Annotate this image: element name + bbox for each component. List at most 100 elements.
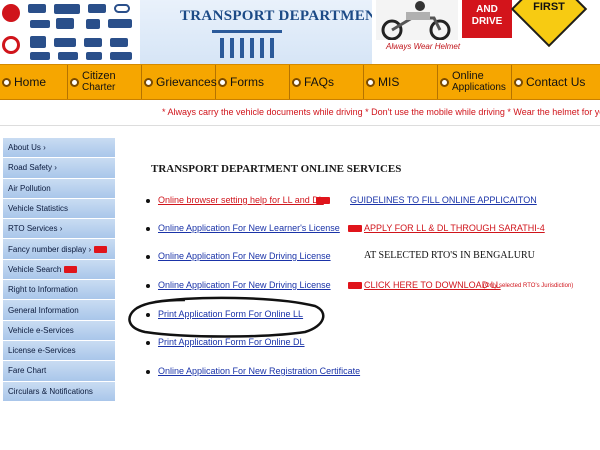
nav-citizen-charter[interactable]: Citizen Charter	[68, 65, 142, 99]
nav-mis[interactable]: MIS	[364, 65, 438, 99]
list-item: Online Application For New Learner's Lic…	[146, 223, 586, 237]
nav-bullet-icon	[514, 77, 523, 87]
sidebar-item-circulars[interactable]: Circulars & Notifications	[3, 381, 115, 402]
truck-icon	[28, 4, 46, 13]
sidebar-item-about-us[interactable]: About Us ›	[3, 138, 115, 159]
nav-bullet-icon	[70, 77, 79, 87]
motorcycle-icon	[110, 38, 128, 47]
sidebar-item-label: Right to Information	[8, 285, 78, 295]
safety-first-text: FIRST	[533, 1, 565, 13]
sidebar-menu: About Us › Road Safety › Air Pollution V…	[3, 138, 115, 450]
nav-contact-us-label: Contact Us	[526, 74, 586, 89]
nav-grievances[interactable]: Grievances	[142, 65, 217, 99]
sidebar-item-license-e-services[interactable]: License e-Services	[3, 340, 115, 362]
bicycle-icon	[114, 4, 130, 13]
nav-citizen-charter-label: Citizen Charter	[82, 70, 116, 94]
sidebar-item-label: General Information	[8, 305, 79, 315]
van-icon	[88, 4, 106, 13]
tractor-icon	[56, 18, 74, 29]
sidebar-item-road-safety[interactable]: Road Safety ›	[3, 158, 115, 179]
site-header: TRANSPORT DEPARTMENT Always Wear Helmet …	[0, 0, 600, 64]
bullet-icon	[146, 341, 150, 345]
sidebar-item-air-pollution[interactable]: Air Pollution	[3, 178, 115, 199]
nav-home[interactable]: Home	[0, 65, 68, 99]
download-ll-link[interactable]: CLICK HERE TO DOWNLOAD LL	[364, 280, 501, 290]
new-badge-icon	[348, 225, 362, 232]
new-badge-icon	[348, 282, 362, 289]
department-emblem-icon	[212, 30, 282, 60]
nav-mis-label: MIS	[378, 74, 400, 89]
nav-faqs[interactable]: FAQs	[290, 65, 364, 99]
sidebar-item-label: Air Pollution	[8, 183, 51, 193]
new-driving-license-link-2[interactable]: Online Application For New Driving Licen…	[158, 280, 331, 290]
new-badge-icon	[64, 265, 78, 273]
nav-bullet-icon	[292, 77, 301, 87]
minibus-icon	[58, 52, 78, 60]
nav-online-applications-label: Online Applications	[452, 70, 506, 94]
site-title: TRANSPORT DEPARTMENT	[180, 8, 387, 24]
sidebar-item-label: RTO Services ›	[8, 224, 63, 234]
sidebar-item-fare-chart[interactable]: Fare Chart	[3, 361, 115, 382]
sidebar-item-label: Vehicle Search	[8, 264, 62, 274]
download-ll-note: (Only selected RTO's Jurisdiction)	[483, 283, 574, 289]
hand-drawn-circle-annotation	[128, 296, 325, 338]
sidebar-item-fancy-number-display[interactable]: Fancy number display ›	[3, 239, 115, 260]
nav-bullet-icon	[2, 77, 11, 87]
list-item: Online browser setting help for LL and D…	[146, 195, 586, 209]
nav-bullet-icon	[440, 77, 449, 87]
and-drive-sign: AND DRIVE	[462, 0, 512, 38]
sidebar-item-general-information[interactable]: General Information	[3, 300, 115, 321]
sidebar-item-vehicle-e-services[interactable]: Vehicle e-Services	[3, 320, 115, 341]
print-dl-form-link[interactable]: Print Application Form For Online DL	[158, 337, 305, 347]
helmet-tagline: Always Wear Helmet	[386, 42, 461, 51]
nav-forms[interactable]: Forms	[216, 65, 290, 99]
nav-forms-label: Forms	[230, 74, 264, 89]
guidelines-link[interactable]: GUIDELINES TO FILL ONLINE APPLICAITON	[350, 195, 537, 205]
sidebar-item-rto-services[interactable]: RTO Services ›	[3, 219, 115, 240]
new-learners-license-link[interactable]: Online Application For New Learner's Lic…	[158, 223, 340, 233]
nav-bullet-icon	[218, 77, 227, 87]
auto-rickshaw-icon	[86, 19, 100, 29]
new-driving-license-link-1[interactable]: Online Application For New Driving Licen…	[158, 251, 331, 261]
nav-contact-us[interactable]: Contact Us	[512, 65, 600, 99]
sidebar-item-vehicle-statistics[interactable]: Vehicle Statistics	[3, 198, 115, 220]
prohibition-sign-icon	[2, 36, 20, 54]
bullet-icon	[146, 370, 150, 374]
marquee-text: * Always carry the vehicle documents whi…	[162, 107, 600, 117]
bullet-icon	[146, 227, 150, 231]
new-badge-icon	[316, 197, 330, 204]
taxi-icon	[86, 52, 102, 60]
sidebar-item-label: Fare Chart	[8, 366, 47, 376]
helmet-safety-advert: Always Wear Helmet AND DRIVE FIRST	[372, 0, 600, 64]
safety-marquee: * Always carry the vehicle documents whi…	[0, 100, 600, 126]
and-drive-line-1: AND	[476, 4, 498, 15]
tanker-icon	[54, 38, 76, 47]
main-nav: Home Citizen Charter Grievances Forms FAQ…	[0, 64, 600, 100]
bullet-icon	[146, 255, 150, 259]
motorcycle-rider-icon	[376, 0, 458, 40]
bullet-icon	[146, 199, 150, 203]
bus-icon	[54, 4, 80, 14]
trailer-icon	[110, 52, 132, 60]
nav-online-applications[interactable]: Online Applications	[438, 65, 512, 99]
sidebar-item-right-to-information[interactable]: Right to Information	[3, 280, 115, 301]
browser-setting-help-link[interactable]: Online browser setting help for LL and D…	[158, 195, 324, 205]
new-registration-certificate-link[interactable]: Online Application For New Registration …	[158, 366, 360, 376]
bullet-icon	[146, 284, 150, 288]
crane-icon	[30, 36, 46, 48]
nav-faqs-label: FAQs	[304, 74, 335, 89]
nav-bullet-icon	[366, 77, 375, 87]
sidebar-item-label: License e-Services	[8, 346, 76, 356]
lorry-icon	[108, 19, 132, 28]
sidebar-item-label: Road Safety ›	[8, 163, 57, 173]
list-item: Online Application For New Driving Licen…	[146, 280, 586, 294]
list-item: Print Application Form For Online DL	[146, 337, 346, 351]
content-title: TRANSPORT DEPARTMENT ONLINE SERVICES	[151, 163, 402, 175]
sarathi-4-link[interactable]: APPLY FOR LL & DL THROUGH SARATHI-4	[364, 223, 545, 233]
selected-rto-note: AT SELECTED RTO'S IN BENGALURU	[364, 250, 535, 261]
sidebar-item-vehicle-search[interactable]: Vehicle Search	[3, 259, 115, 281]
list-item: Online Application For New Driving Licen…	[146, 250, 586, 265]
ambulance-icon	[30, 52, 50, 60]
sidebar-item-label: Vehicle Statistics	[8, 204, 69, 214]
and-drive-line-2: DRIVE	[471, 16, 503, 27]
